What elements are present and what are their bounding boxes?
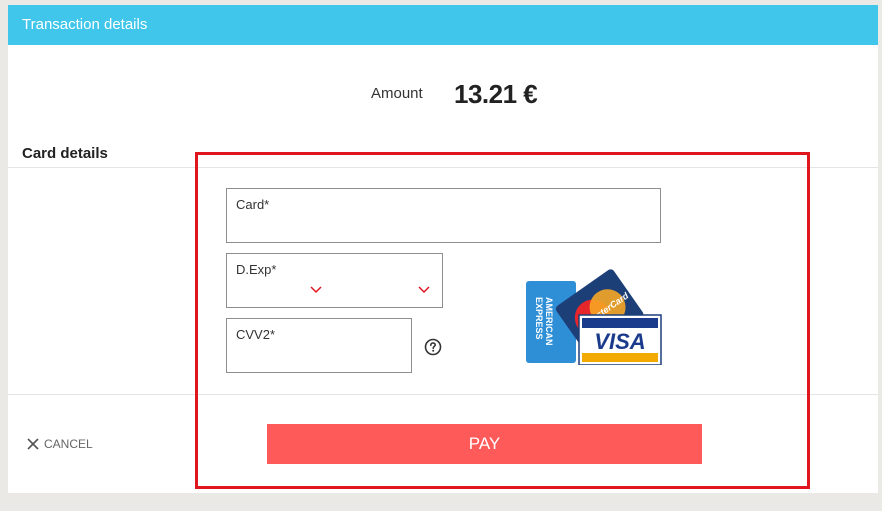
svg-text:AMERICAN: AMERICAN [544,297,554,346]
header-bar: Transaction details [8,5,878,45]
card-brands-logo: AMERICAN EXPRESS MasterCard VISA [526,269,662,365]
cvv-label: CVV2* [236,327,276,342]
card-number-label: Card* [236,197,270,212]
header-title: Transaction details [22,16,148,33]
svg-text:VISA: VISA [594,329,645,354]
svg-text:EXPRESS: EXPRESS [534,297,544,340]
card-details-title: Card details [22,145,108,162]
close-icon [27,438,39,450]
divider [8,394,878,395]
chevron-down-icon[interactable] [309,284,323,294]
expiry-date-field[interactable]: D.Exp* [226,253,443,308]
expiry-date-label: D.Exp* [236,262,277,277]
pay-button[interactable]: PAY [267,424,702,464]
transaction-panel: Transaction details Amount 13.21 € Card … [8,5,878,493]
question-circle-icon[interactable] [424,338,442,356]
divider [8,167,878,168]
cancel-button[interactable]: CANCEL [26,437,93,451]
cancel-label: CANCEL [44,437,93,451]
card-number-field[interactable]: Card* [226,188,661,243]
amount-value: 13.21 € [454,79,538,109]
amount-label: Amount [371,85,423,102]
chevron-down-icon[interactable] [417,284,431,294]
cvv-field[interactable]: CVV2* [226,318,412,373]
